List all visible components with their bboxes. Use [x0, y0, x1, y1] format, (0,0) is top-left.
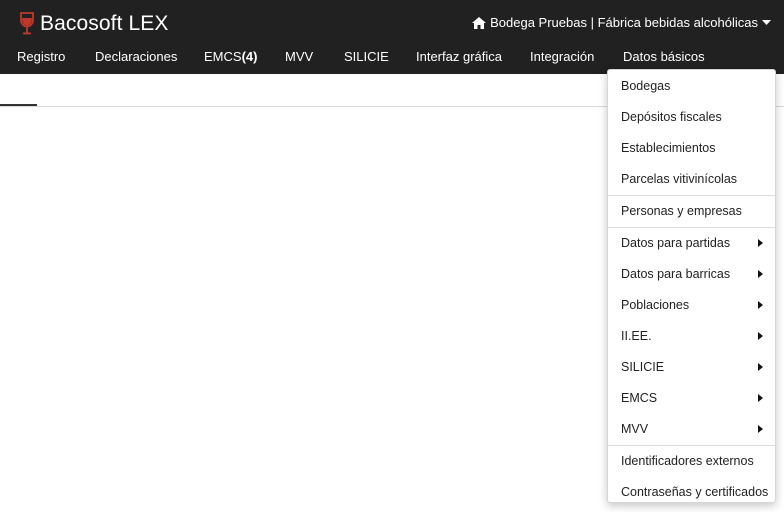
- menu-silicie[interactable]: SILICIE: [344, 46, 389, 68]
- home-icon: [472, 16, 487, 29]
- dropdown-item-label: Datos para partidas: [621, 236, 731, 250]
- dropdown-item-poblaciones[interactable]: Poblaciones: [608, 290, 775, 321]
- dropdown-item-label: Poblaciones: [621, 298, 690, 312]
- caret-right-icon: [758, 270, 763, 278]
- brand[interactable]: Bacosoft LEX: [19, 9, 168, 39]
- wine-glass-icon: [19, 12, 35, 36]
- menu-emcs[interactable]: EMCS(4): [204, 46, 257, 68]
- menu-mvv[interactable]: MVV: [285, 46, 313, 68]
- caret-down-icon: [762, 19, 771, 26]
- main-menu: Registro Declaraciones EMCS(4) MVV SILIC…: [0, 46, 784, 68]
- dropdown-item-datos-barricas[interactable]: Datos para barricas: [608, 259, 775, 290]
- dropdown-item-label: II.EE.: [621, 329, 652, 343]
- caret-right-icon: [758, 332, 763, 340]
- caret-right-icon: [758, 239, 763, 247]
- dropdown-item-iiee[interactable]: II.EE.: [608, 321, 775, 352]
- dropdown-item-depositos-fiscales[interactable]: Depósitos fiscales: [608, 102, 775, 133]
- caret-right-icon: [758, 363, 763, 371]
- dropdown-item-establecimientos[interactable]: Establecimientos: [608, 133, 775, 164]
- active-tab-indicator: [0, 104, 37, 106]
- caret-right-icon: [758, 394, 763, 402]
- brand-name: Bacosoft LEX: [40, 12, 169, 35]
- top-navbar: Bacosoft LEX Bodega Pruebas | Fábrica be…: [0, 0, 784, 74]
- menu-datos-basicos[interactable]: Datos básicos: [623, 46, 705, 68]
- dropdown-item-bodegas[interactable]: Bodegas: [608, 71, 775, 102]
- dropdown-item-label: EMCS: [621, 391, 658, 405]
- dropdown-item-silicie[interactable]: SILICIE: [608, 352, 775, 383]
- caret-right-icon: [758, 425, 763, 433]
- emcs-count-badge: (4): [241, 49, 258, 64]
- caret-right-icon: [758, 301, 763, 309]
- dropdown-item-datos-partidas[interactable]: Datos para partidas: [608, 228, 775, 259]
- menu-registro[interactable]: Registro: [17, 46, 65, 68]
- menu-declaraciones[interactable]: Declaraciones: [95, 46, 177, 68]
- dropdown-item-label: SILICIE: [621, 360, 665, 374]
- menu-emcs-label: EMCS: [204, 49, 242, 64]
- dropdown-item-label: Datos para barricas: [621, 267, 731, 281]
- dropdown-item-emcs[interactable]: EMCS: [608, 383, 775, 414]
- datos-basicos-dropdown: Bodegas Depósitos fiscales Establecimien…: [607, 69, 776, 503]
- bodega-selector[interactable]: Bodega Pruebas | Fábrica bebidas alcohól…: [472, 15, 771, 30]
- menu-integracion[interactable]: Integración: [530, 46, 594, 68]
- dropdown-item-label: MVV: [621, 422, 649, 436]
- dropdown-item-personas-empresas[interactable]: Personas y empresas: [608, 196, 775, 227]
- dropdown-item-parcelas-vitivinicolas[interactable]: Parcelas vitivinícolas: [608, 164, 775, 195]
- dropdown-item-contrasenas-certificados[interactable]: Contraseñas y certificados: [608, 477, 775, 508]
- bodega-label: Bodega Pruebas | Fábrica bebidas alcohól…: [490, 15, 758, 30]
- menu-interfaz-grafica[interactable]: Interfaz gráfica: [416, 46, 502, 68]
- dropdown-item-identificadores-externos[interactable]: Identificadores externos: [608, 446, 775, 477]
- dropdown-item-mvv[interactable]: MVV: [608, 414, 775, 445]
